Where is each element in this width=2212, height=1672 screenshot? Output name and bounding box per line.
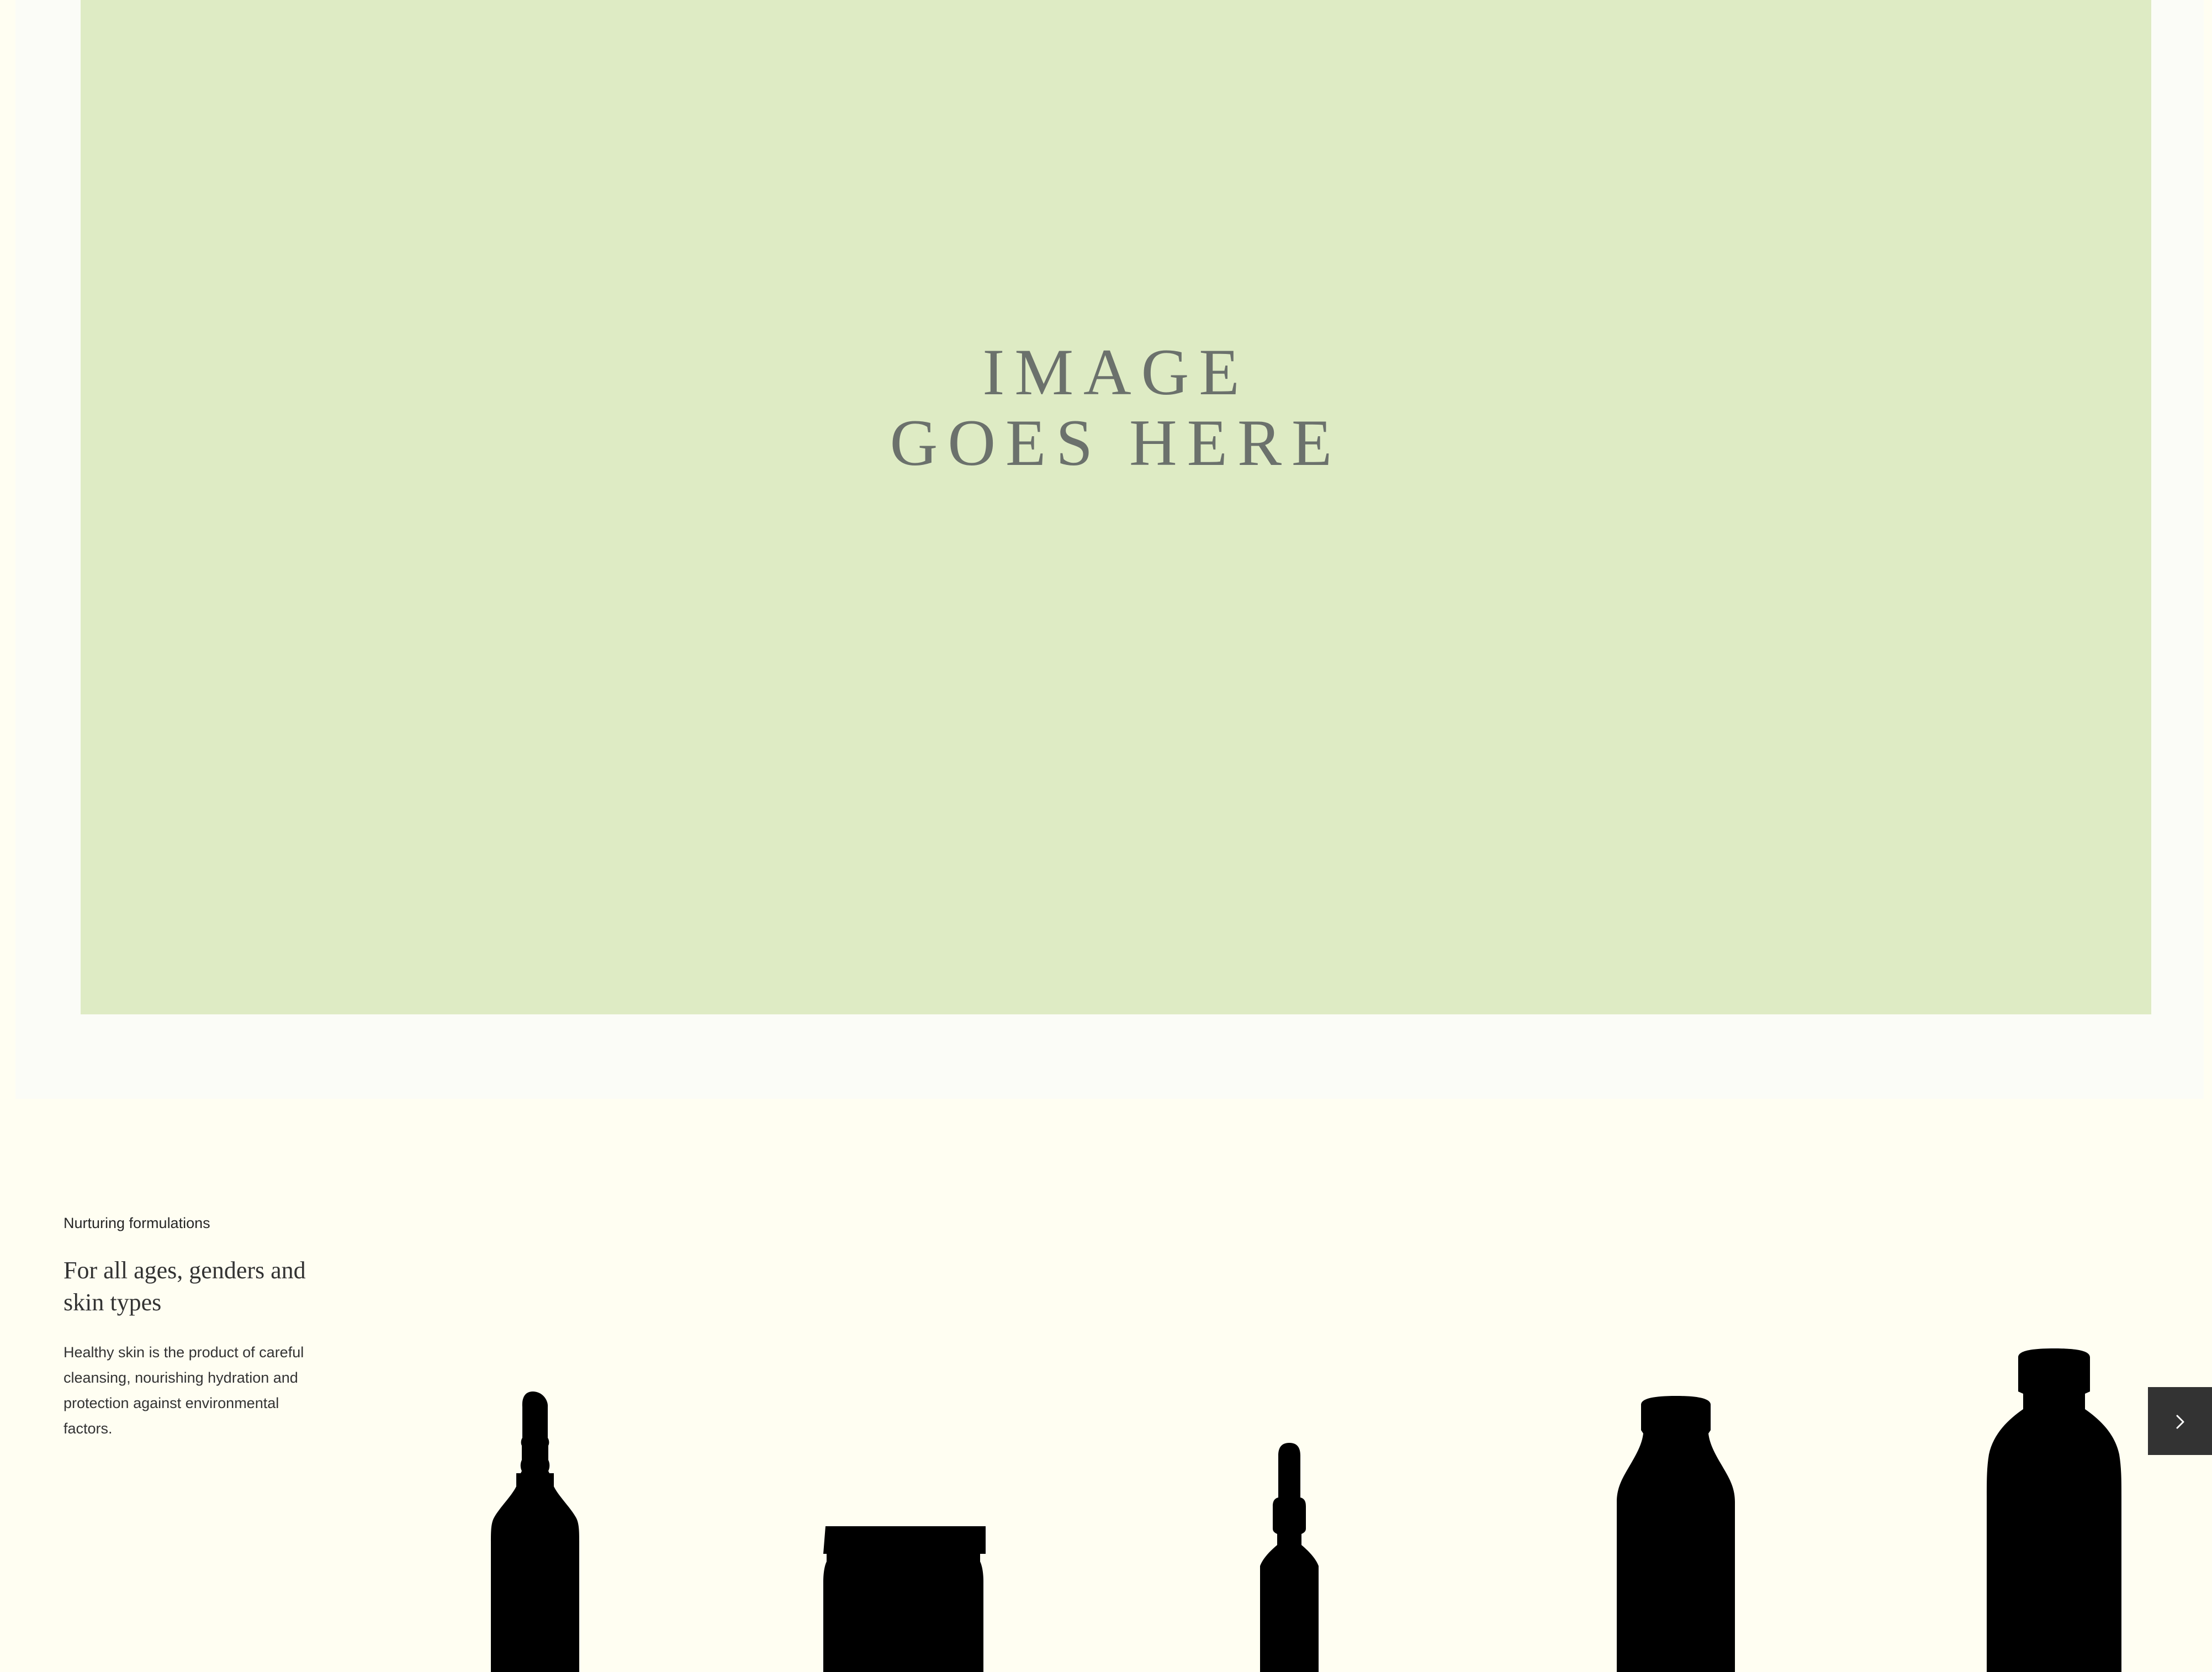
hero-placeholder-line-2: GOES HERE <box>890 406 1342 479</box>
hero-placeholder-text: IMAGE GOES HERE <box>81 337 2151 478</box>
hero-image-placeholder: IMAGE GOES HERE <box>81 0 2151 1014</box>
section-heading: For all ages, genders and skin types <box>63 1257 306 1316</box>
product-dropper-bottle[interactable] <box>478 1342 588 1672</box>
product-small-dropper-bottle[interactable] <box>1245 1342 1333 1672</box>
small-dropper-bottle-icon <box>1245 1342 1333 1672</box>
product-large-bottle[interactable] <box>1977 1342 2131 1672</box>
section-body: Healthy skin is the product of careful c… <box>63 1344 304 1437</box>
hero-placeholder-line-1: IMAGE <box>982 335 1250 409</box>
section-eyebrow: Nurturing formulations <box>63 1215 210 1231</box>
product-carousel <box>387 1342 2142 1672</box>
hero-section: IMAGE GOES HERE <box>15 0 2204 1099</box>
formulations-intro: Nurturing formulations For all ages, gen… <box>63 1214 351 1441</box>
dropper-bottle-icon <box>478 1342 588 1672</box>
jar-icon <box>820 1342 991 1672</box>
large-bottle-icon <box>1977 1342 2131 1672</box>
product-tall-bottle[interactable] <box>1612 1342 1739 1672</box>
product-jar[interactable] <box>820 1342 991 1672</box>
tall-bottle-icon <box>1612 1342 1739 1672</box>
carousel-next-button[interactable] <box>2148 1387 2212 1455</box>
